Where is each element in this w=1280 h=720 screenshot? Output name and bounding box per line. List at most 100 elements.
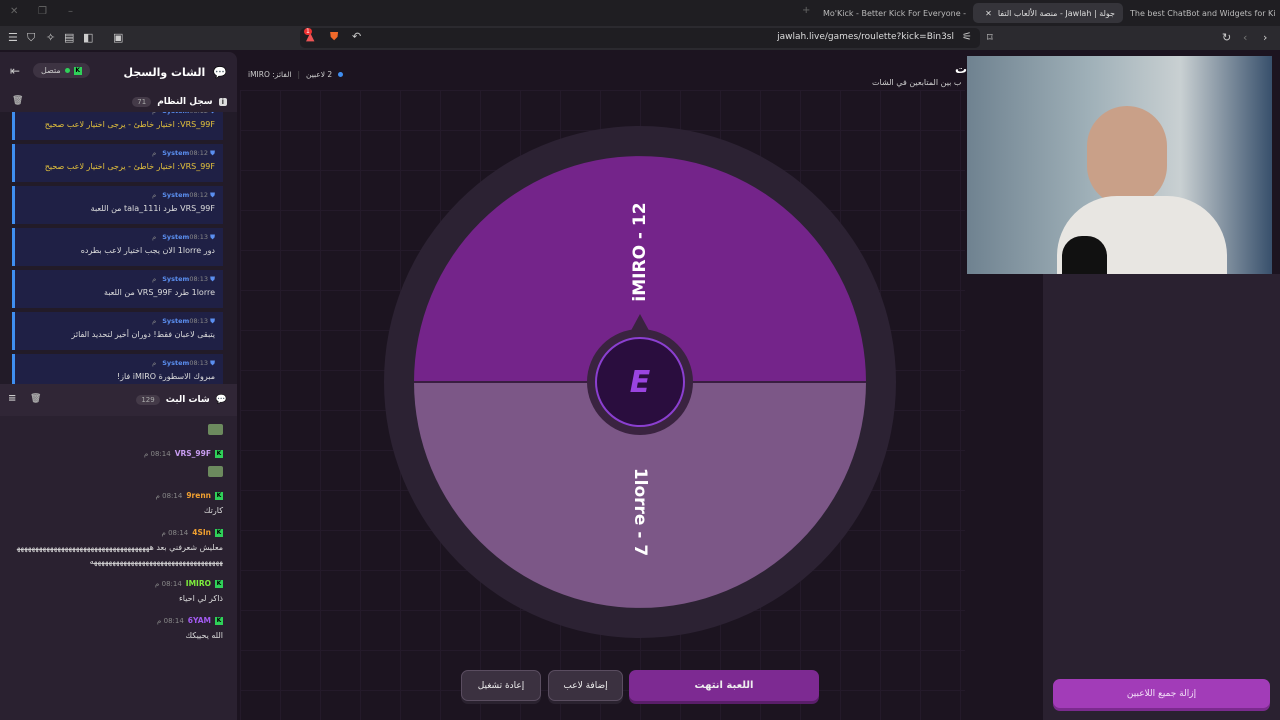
log-message: ⛊ System08:12 م VRS_99F طرد tala_111i من … [12, 186, 223, 224]
slice-label: iMIRO - 12 [630, 202, 650, 301]
game-title: ت [955, 62, 968, 76]
system-icon: ⛊ [210, 233, 215, 241]
log-sender: System [162, 275, 190, 283]
system-icon: ⛊ [210, 191, 215, 199]
extensions-icon[interactable]: ✧ [46, 31, 55, 44]
sidebar-icon[interactable]: ◧ [83, 31, 93, 44]
chat-time: 08:14 م [155, 579, 182, 588]
players-count: 2 لاعبين [306, 70, 333, 79]
log-text: VRS_99F طرد tala_111i من اللعبة [90, 204, 215, 213]
emote-image [208, 466, 223, 477]
kick-icon: K [215, 491, 223, 500]
bookmark-icon[interactable]: ⌑ [987, 31, 993, 44]
stream-chat-list: K VRS_99F 08:14 م K 9renn 08:14 م كارتك K 4SIn 08… [0, 416, 237, 678]
chat-text: معليش شعرفني بعد ههههههههههههههههههههههه… [16, 543, 223, 566]
chat-username[interactable]: 9renn [186, 491, 211, 500]
chat-text: الله يحييكك [185, 631, 223, 640]
chat-time: 08:14 م [143, 449, 171, 458]
chat-meta: K IMIRO 08:14 م [14, 579, 223, 588]
chat-meta: K 9renn 08:14 م [14, 491, 223, 500]
chat-title: الشات والسجل [123, 65, 206, 79]
add-player-button[interactable]: إضافة لاعب [548, 670, 623, 701]
new-tab-button[interactable]: + [802, 5, 810, 16]
chat-meta: K 4SIn 08:14 م [14, 528, 223, 537]
shield-badge: 1 [304, 28, 312, 35]
log-meta: ⛊ System08:13 م [23, 359, 215, 368]
status-text: متصل [41, 66, 61, 75]
chat-text: كارتك [203, 506, 223, 515]
site-settings-icon[interactable]: ⚟ [962, 30, 972, 43]
address-bar[interactable]: ▲ 1 ⛊ ↶ jawlah.live/games/roulette?kick=… [300, 28, 980, 48]
chat-username[interactable]: 4SIn [192, 528, 211, 537]
emote-image [208, 424, 223, 435]
tab-mokick[interactable]: Mo'Kick - Better Kick For Everyone - [815, 3, 974, 23]
log-message: ⛊ System08:13 م يتبقى لاعبان فقط! دوران أ… [12, 312, 223, 350]
hub-logo: E [630, 365, 651, 400]
players-dot [338, 72, 344, 77]
chat-meta: K 6YAM 08:14 م [14, 616, 223, 625]
chat-panel: الشات والسجل 💬 ⇤ متصل K 🗑 71 سجل النظام i… [0, 52, 237, 720]
chat-message: K IMIRO 08:14 م ذاكر لي احياء [14, 579, 223, 606]
close-tab-icon[interactable]: ✕ [985, 9, 992, 18]
log-sender: System [162, 317, 190, 325]
reload-icon[interactable]: ↻ [1222, 31, 1231, 44]
minimize-window-icon[interactable]: – [68, 6, 73, 17]
share-icon[interactable]: ↶ [352, 30, 361, 43]
roulette-wheel[interactable]: iMIRO - 12 1lorre - 7 E [380, 122, 900, 642]
log-meta: ⛊ System08:13 م [23, 275, 215, 284]
back-icon[interactable]: ‹ [1243, 31, 1247, 44]
trash-icon[interactable]: 🗑 [30, 394, 41, 404]
chat-username[interactable]: VRS_99F [175, 449, 211, 458]
game-status-button[interactable]: اللعبة انتهت [629, 670, 819, 701]
system-log-header: 🗑 71 سجل النظام i [0, 92, 237, 112]
tab-jawlah[interactable]: جولة | Jawlah - منصة الألعاب التفا ✕ [973, 3, 1123, 23]
chat-meta: K VRS_99F 08:14 م [14, 449, 223, 458]
chat-bubble-icon: 💬 [215, 395, 227, 405]
filter-icon[interactable]: ≡ [8, 393, 16, 404]
kick-icon: K [215, 616, 223, 625]
players-panel [1043, 274, 1280, 720]
system-icon: ⛊ [210, 317, 215, 325]
screenshot-icon[interactable]: ▣ [113, 31, 123, 44]
remove-all-players-button[interactable]: إزالة جميع اللاعبين [1053, 679, 1270, 708]
tab-bar: ✕ ❐ – The best ChatBot and Widgets for K… [0, 0, 1280, 26]
url-text[interactable]: jawlah.live/games/roulette?kick=Bin3sl [777, 32, 954, 42]
forward-icon[interactable]: › [1263, 31, 1267, 44]
chat-username[interactable]: IMIRO [186, 579, 211, 588]
chat-message: K 9renn 08:14 م كارتك [14, 491, 223, 518]
log-text: VRS_99F: اختيار خاطئ - يرجى اختيار لاعب … [44, 120, 215, 129]
restart-button[interactable]: إعادة تشغيل [461, 670, 541, 701]
log-text: يتبقى لاعبان فقط! دوران أخير لتحديد الفا… [71, 330, 215, 339]
restore-window-icon[interactable]: ❐ [38, 6, 47, 17]
chat-time: 08:14 م [155, 491, 183, 500]
trash-icon[interactable]: 🗑 [12, 96, 23, 106]
slice-label: 1lorre - 7 [630, 468, 650, 556]
chat-count: 129 [136, 395, 160, 405]
log-meta: ⛊ System08:13 م [23, 233, 215, 242]
system-log-list: ⛊ System08:12 م VRS_99F: اختيار خاطئ - ير… [0, 102, 237, 384]
stream-chat-title: شات البث [165, 395, 210, 405]
brave-shield-icon[interactable]: ⛊ [330, 30, 338, 44]
log-message: ⛊ System08:13 م مبروك الاسطورة iMIRO فاز! [12, 354, 223, 384]
system-icon: ⛊ [210, 149, 215, 157]
tab-botrix[interactable]: The best ChatBot and Widgets for Ki [1122, 3, 1280, 23]
microphone [1062, 236, 1107, 274]
tabs-icon[interactable]: ▤ [64, 31, 74, 44]
menu-icon[interactable]: ☰ [8, 31, 18, 44]
log-sender: System [162, 191, 190, 199]
log-meta: ⛊ System08:13 م [23, 317, 215, 326]
log-count: 71 [132, 97, 152, 107]
collapse-panel-icon[interactable]: ⇤ [10, 64, 20, 78]
chat-username[interactable]: 6YAM [188, 616, 211, 625]
close-window-icon[interactable]: ✕ [10, 6, 18, 17]
log-sender: System [162, 233, 190, 241]
log-message: ⛊ System08:13 م 1lorre طرد VRS_99F من الل… [12, 270, 223, 308]
log-text: 1lorre طرد VRS_99F من اللعبة [103, 288, 215, 297]
shield-icon[interactable]: ⛉ [27, 31, 35, 45]
log-message: ⛊ System08:12 م VRS_99F: اختيار خاطئ - ير… [12, 144, 223, 182]
tab-label: Mo'Kick - Better Kick For Everyone - [823, 8, 967, 18]
chat-time: 08:14 م [161, 528, 189, 537]
kick-icon: K [73, 66, 82, 75]
system-icon: ⛊ [210, 359, 215, 367]
log-text: مبروك الاسطورة iMIRO فاز! [116, 372, 215, 381]
